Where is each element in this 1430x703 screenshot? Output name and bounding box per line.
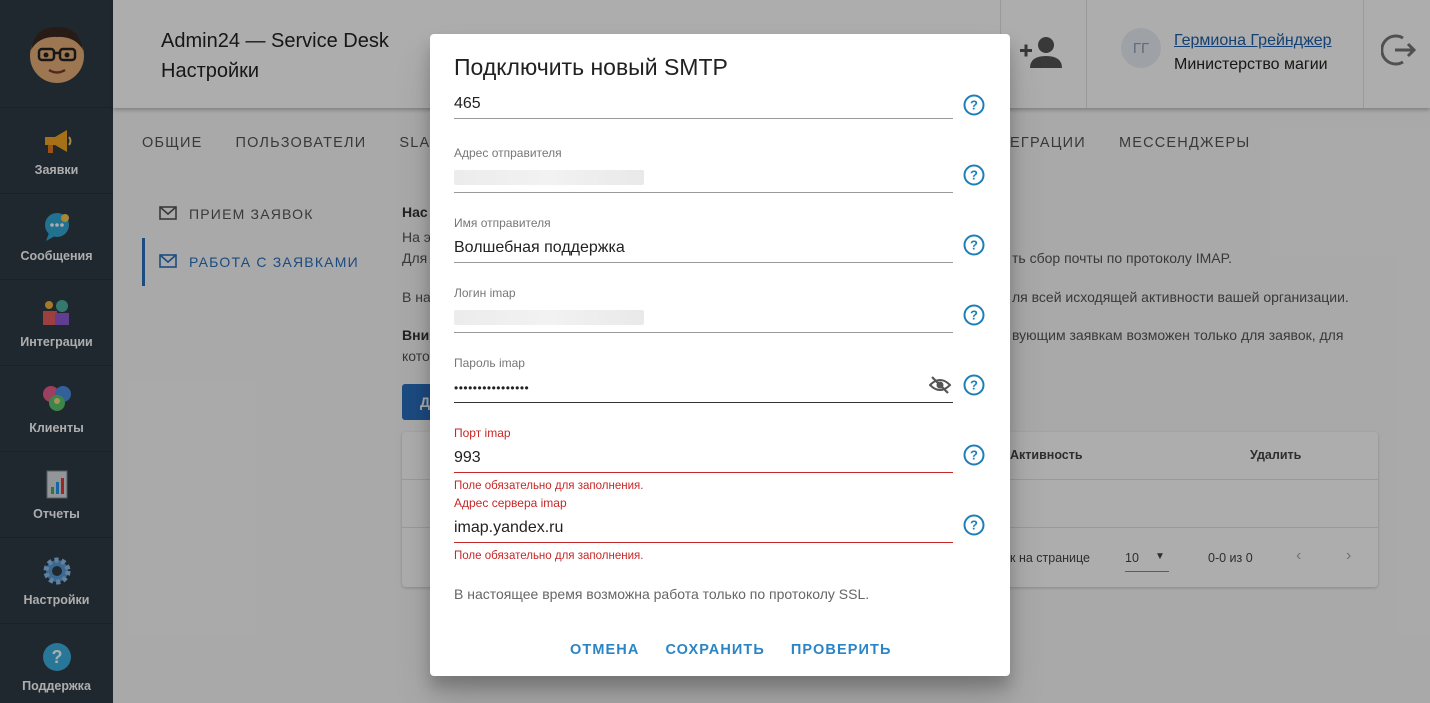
- toggle-password-visibility[interactable]: [928, 375, 952, 400]
- help-icon[interactable]: ?: [963, 164, 985, 186]
- sender-address-value: [454, 162, 953, 186]
- imap-login-field[interactable]: Логин imap: [454, 286, 953, 333]
- smtp-port-field[interactable]: 465: [454, 88, 953, 119]
- save-button[interactable]: СОХРАНИТЬ: [665, 642, 764, 658]
- field-underline: [454, 402, 953, 403]
- field-error: Поле обязательно для заполнения.: [454, 480, 644, 492]
- field-label: Адрес сервера imap: [454, 496, 567, 510]
- help-icon[interactable]: ?: [963, 304, 985, 326]
- help-icon[interactable]: ?: [963, 94, 985, 116]
- cancel-button[interactable]: ОТМЕНА: [570, 642, 639, 658]
- help-icon[interactable]: ?: [963, 514, 985, 536]
- svg-text:?: ?: [970, 448, 978, 463]
- field-label: Порт imap: [454, 426, 511, 440]
- sender-name-field[interactable]: Имя отправителя Волшебная поддержка: [454, 216, 953, 263]
- field-underline: [454, 118, 953, 119]
- dialog-title: Подключить новый SMTP: [454, 54, 728, 80]
- field-label: Адрес отправителя: [454, 146, 562, 160]
- svg-text:?: ?: [970, 378, 978, 393]
- help-icon[interactable]: ?: [963, 444, 985, 466]
- help-icon[interactable]: ?: [963, 374, 985, 396]
- field-label: Логин imap: [454, 286, 516, 300]
- check-button[interactable]: ПРОВЕРИТЬ: [791, 642, 892, 658]
- imap-server-field[interactable]: Адрес сервера imap imap.yandex.ru Поле о…: [454, 496, 953, 562]
- help-icon[interactable]: ?: [963, 234, 985, 256]
- smtp-dialog: Подключить новый SMTP 465 Адрес отправит…: [430, 34, 1010, 676]
- smtp-port-value: 465: [454, 95, 481, 112]
- imap-server-value: imap.yandex.ru: [454, 519, 564, 536]
- svg-text:?: ?: [970, 98, 978, 113]
- dialog-actions: ОТМЕНА СОХРАНИТЬ ПРОВЕРИТЬ: [570, 642, 918, 658]
- field-underline: [454, 542, 953, 543]
- field-label: Имя отправителя: [454, 216, 551, 230]
- eye-off-icon: [928, 376, 952, 394]
- svg-text:?: ?: [970, 168, 978, 183]
- imap-password-value: ••••••••••••••••: [454, 381, 530, 395]
- redacted-value: [454, 170, 644, 185]
- redacted-value: [454, 310, 644, 325]
- imap-login-value: [454, 302, 953, 326]
- sender-name-value: Волшебная поддержка: [454, 239, 625, 256]
- field-underline: [454, 262, 953, 263]
- imap-port-field[interactable]: Порт imap 993 Поле обязательно для запол…: [454, 426, 953, 492]
- sender-address-field[interactable]: Адрес отправителя: [454, 146, 953, 193]
- svg-text:?: ?: [970, 308, 978, 323]
- field-error: Поле обязательно для заполнения.: [454, 550, 644, 562]
- ssl-note: В настоящее время возможна работа только…: [454, 586, 870, 602]
- field-underline: [454, 192, 953, 193]
- field-underline: [454, 472, 953, 473]
- imap-password-field[interactable]: Пароль imap ••••••••••••••••: [454, 356, 953, 403]
- field-label: Пароль imap: [454, 356, 525, 370]
- field-underline: [454, 332, 953, 333]
- imap-port-value: 993: [454, 449, 481, 466]
- svg-text:?: ?: [970, 518, 978, 533]
- svg-text:?: ?: [970, 238, 978, 253]
